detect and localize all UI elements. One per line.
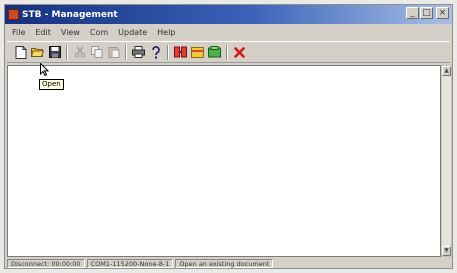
status-message: Open an existing document bbox=[175, 258, 274, 268]
status-bar: Disconnect: 00:00:00 COM1-115200-None-8-… bbox=[7, 258, 450, 268]
copy-icon[interactable] bbox=[89, 45, 104, 60]
connect-icon[interactable] bbox=[173, 45, 188, 60]
status-port: COM1-115200-None-8-1 bbox=[86, 258, 174, 268]
scroll-up-button[interactable]: ▲ bbox=[442, 66, 451, 76]
title-bar[interactable]: STB - Management _ □ × bbox=[5, 5, 452, 24]
paste-icon[interactable] bbox=[106, 45, 121, 60]
maximize-button[interactable]: □ bbox=[420, 7, 433, 19]
status-connection: Disconnect: 00:00:00 bbox=[7, 258, 85, 268]
window-controls: _ □ × bbox=[406, 7, 449, 19]
toolbar bbox=[7, 41, 450, 63]
device-icon[interactable] bbox=[207, 45, 222, 60]
toolbar-separator bbox=[226, 44, 228, 60]
save-icon[interactable] bbox=[47, 45, 62, 60]
menu-view[interactable]: View bbox=[56, 28, 85, 37]
close-button[interactable]: × bbox=[436, 7, 449, 19]
close-red-icon[interactable] bbox=[232, 45, 247, 60]
menu-bar: File Edit View Com Update Help bbox=[7, 25, 450, 39]
cut-icon[interactable] bbox=[72, 45, 87, 60]
menu-com[interactable]: Com bbox=[85, 28, 113, 37]
vertical-scrollbar[interactable]: ▲ ▼ bbox=[441, 65, 452, 257]
document-area[interactable] bbox=[7, 65, 441, 257]
tooltip-open: Open bbox=[39, 79, 64, 90]
menu-edit[interactable]: Edit bbox=[30, 28, 56, 37]
toolbar-separator bbox=[125, 44, 127, 60]
window-title: STB - Management bbox=[22, 9, 118, 20]
menu-help[interactable]: Help bbox=[152, 28, 180, 37]
open-folder-icon[interactable] bbox=[30, 45, 45, 60]
mouse-cursor-icon bbox=[40, 62, 50, 78]
scroll-down-button[interactable]: ▼ bbox=[442, 246, 451, 256]
app-window: STB - Management _ □ × File Edit View Co… bbox=[4, 4, 453, 269]
app-icon[interactable] bbox=[8, 9, 19, 20]
toolbar-separator bbox=[66, 44, 68, 60]
menu-file[interactable]: File bbox=[7, 28, 30, 37]
minimize-button[interactable]: _ bbox=[406, 7, 419, 19]
menu-update[interactable]: Update bbox=[113, 28, 152, 37]
print-icon[interactable] bbox=[131, 45, 146, 60]
card-icon[interactable] bbox=[190, 45, 205, 60]
help-icon[interactable] bbox=[148, 45, 163, 60]
toolbar-separator bbox=[167, 44, 169, 60]
new-document-icon[interactable] bbox=[13, 45, 28, 60]
